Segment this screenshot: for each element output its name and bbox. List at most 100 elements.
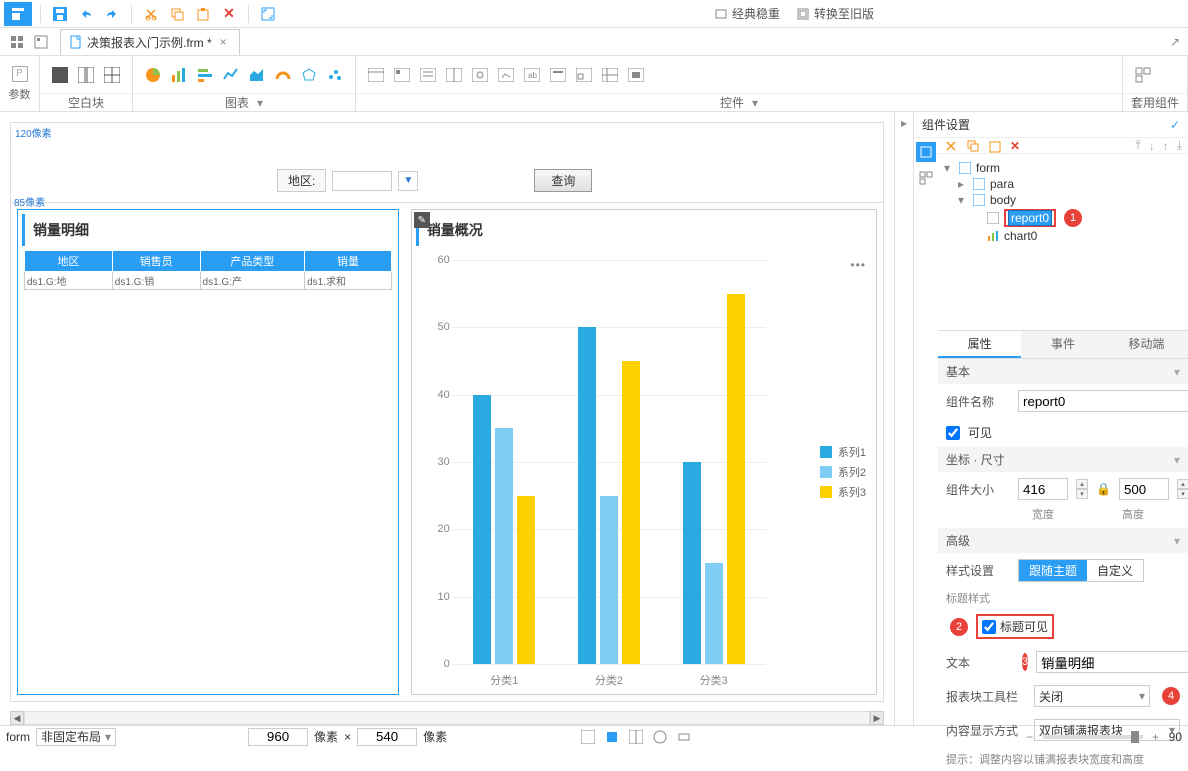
width-input[interactable] (1018, 478, 1068, 500)
chart-area: ••• 0102030405060 分类1分类2分类3 系列1系列2系列3 (412, 250, 876, 694)
region-dropdown-icon[interactable]: ▼ (398, 171, 418, 191)
widget-4-icon[interactable] (444, 65, 464, 85)
copy-icon[interactable] (166, 3, 188, 25)
title-visible-checkbox[interactable] (982, 620, 996, 634)
zoom-out-icon[interactable]: − (1021, 728, 1039, 746)
comp-name-input[interactable] (1018, 390, 1188, 412)
widget-2-icon[interactable] (392, 65, 412, 85)
area-chart-icon[interactable] (247, 65, 267, 85)
paste-icon[interactable] (988, 139, 1002, 153)
tree-node-chart0[interactable]: chart0 (944, 228, 1182, 244)
chevron-down-icon[interactable]: ▾ (257, 96, 263, 110)
move-down-icon[interactable]: ↓ (1149, 139, 1155, 153)
sb-icon-5[interactable] (675, 728, 693, 746)
radar-chart-icon[interactable] (299, 65, 319, 85)
tree-toolbar: ✕ ⤒ ↓ ↑ ⤓ (938, 138, 1188, 154)
grid-view-icon[interactable] (8, 33, 26, 51)
tab-expand-icon[interactable]: ↗ (1170, 35, 1180, 49)
widget-10-icon[interactable] (600, 65, 620, 85)
svg-text:ab: ab (528, 71, 537, 80)
move-top-icon[interactable]: ⤒ (1135, 138, 1140, 153)
edit-badge-icon[interactable]: ✎ (414, 212, 430, 228)
delete-icon[interactable]: ✕ (1010, 139, 1020, 153)
expand-icon[interactable] (257, 3, 279, 25)
block-split-icon[interactable] (76, 65, 96, 85)
widget-1-icon[interactable] (366, 65, 386, 85)
p-icon: P (12, 66, 28, 82)
chart-more-icon[interactable]: ••• (850, 258, 866, 272)
params-panel-toggle[interactable]: P 参数 (0, 56, 40, 111)
zoom-slider[interactable] (1043, 735, 1143, 739)
panel-collapse-icon[interactable]: ▸ (895, 112, 913, 725)
widget-6-icon[interactable] (496, 65, 516, 85)
classic-theme-button[interactable]: 经典稳重 (708, 3, 786, 25)
section-coord[interactable]: 坐标 · 尺寸▾ (938, 447, 1188, 472)
bar-chart-icon[interactable] (169, 65, 189, 85)
sb-icon-3[interactable] (627, 728, 645, 746)
app-logo[interactable] (4, 2, 32, 26)
layout-dropdown[interactable]: 非固定布局▾ (36, 728, 116, 746)
file-tab[interactable]: 决策报表入门示例.frm * × (60, 29, 240, 55)
tab-close-icon[interactable]: × (216, 35, 231, 49)
sb-icon-1[interactable] (579, 728, 597, 746)
width-status-input[interactable] (248, 728, 308, 746)
delete-icon[interactable]: ✕ (218, 3, 240, 25)
widget-11-icon[interactable] (626, 65, 646, 85)
widget-8-icon[interactable] (548, 65, 568, 85)
block-solid-icon[interactable] (50, 65, 70, 85)
title-text-input[interactable] (1036, 651, 1188, 673)
gauge-chart-icon[interactable] (273, 65, 293, 85)
h-scrollbar[interactable]: ◀▶ (10, 711, 884, 725)
redo-icon[interactable] (101, 3, 123, 25)
scatter-chart-icon[interactable] (325, 65, 345, 85)
lock-icon[interactable]: 🔒 (1096, 482, 1111, 496)
save-icon[interactable] (49, 3, 71, 25)
move-bottom-icon[interactable]: ⤓ (1177, 138, 1182, 153)
tab-mobile[interactable]: 移动端 (1105, 331, 1188, 358)
report-card[interactable]: 85像素 销量明细 地区 销售员 产品类型 销量 ds1.G:地 (17, 209, 399, 695)
tree-node-body[interactable]: ▾body (944, 192, 1182, 208)
form-view-icon[interactable] (32, 33, 50, 51)
ribbon-widgets-group: ab 控件▾ (356, 56, 1123, 111)
hbar-chart-icon[interactable] (195, 65, 215, 85)
zoom-in-icon[interactable]: + (1147, 728, 1165, 746)
side-tab-1[interactable] (916, 142, 936, 162)
height-status-input[interactable] (357, 728, 417, 746)
tree-node-report0[interactable]: report01 (944, 208, 1182, 228)
tab-event[interactable]: 事件 (1021, 331, 1104, 358)
line-chart-icon[interactable] (221, 65, 241, 85)
tab-attr[interactable]: 属性 (938, 331, 1021, 358)
copy-icon[interactable] (966, 139, 980, 153)
chevron-down-icon[interactable]: ▾ (752, 96, 758, 110)
query-button[interactable]: 查询 (534, 169, 592, 192)
cut-icon[interactable] (944, 139, 958, 153)
cut-icon[interactable] (140, 3, 162, 25)
toolbar-dropdown[interactable]: 关闭▾ (1034, 685, 1150, 707)
zoom-value: 90 (1169, 730, 1182, 744)
widget-3-icon[interactable] (418, 65, 438, 85)
switch-old-button[interactable]: 转换至旧版 (790, 3, 880, 25)
paste-icon[interactable] (192, 3, 214, 25)
widget-7-icon[interactable]: ab (522, 65, 542, 85)
pin-icon[interactable]: ✓ (1170, 118, 1180, 132)
undo-icon[interactable] (75, 3, 97, 25)
height-input[interactable] (1119, 478, 1169, 500)
report-table: 地区 销售员 产品类型 销量 ds1.G:地 ds1.G:销 ds1.G:产 d… (24, 250, 392, 290)
section-basic[interactable]: 基本▾ (938, 359, 1188, 384)
visible-checkbox[interactable] (946, 426, 960, 440)
region-input[interactable] (332, 171, 392, 191)
tree-node-para[interactable]: ▸para (944, 176, 1182, 192)
sb-icon-4[interactable] (651, 728, 669, 746)
pie-chart-icon[interactable] (143, 65, 163, 85)
move-up-icon[interactable]: ↑ (1163, 139, 1169, 153)
block-grid-icon[interactable] (102, 65, 122, 85)
tree-node-form[interactable]: ▾form (944, 160, 1182, 176)
section-advanced[interactable]: 高级▾ (938, 528, 1188, 553)
widget-9-icon[interactable] (574, 65, 594, 85)
style-segment[interactable]: 跟随主题 自定义 (1018, 559, 1144, 582)
sb-icon-2[interactable] (603, 728, 621, 746)
reuse-icon[interactable] (1133, 65, 1153, 85)
side-tab-2[interactable] (916, 168, 936, 188)
widget-5-icon[interactable] (470, 65, 490, 85)
chart-card[interactable]: ✎ 销量概况 ••• 0102030405060 分类1分类2分类3 系列1系列… (411, 209, 877, 695)
